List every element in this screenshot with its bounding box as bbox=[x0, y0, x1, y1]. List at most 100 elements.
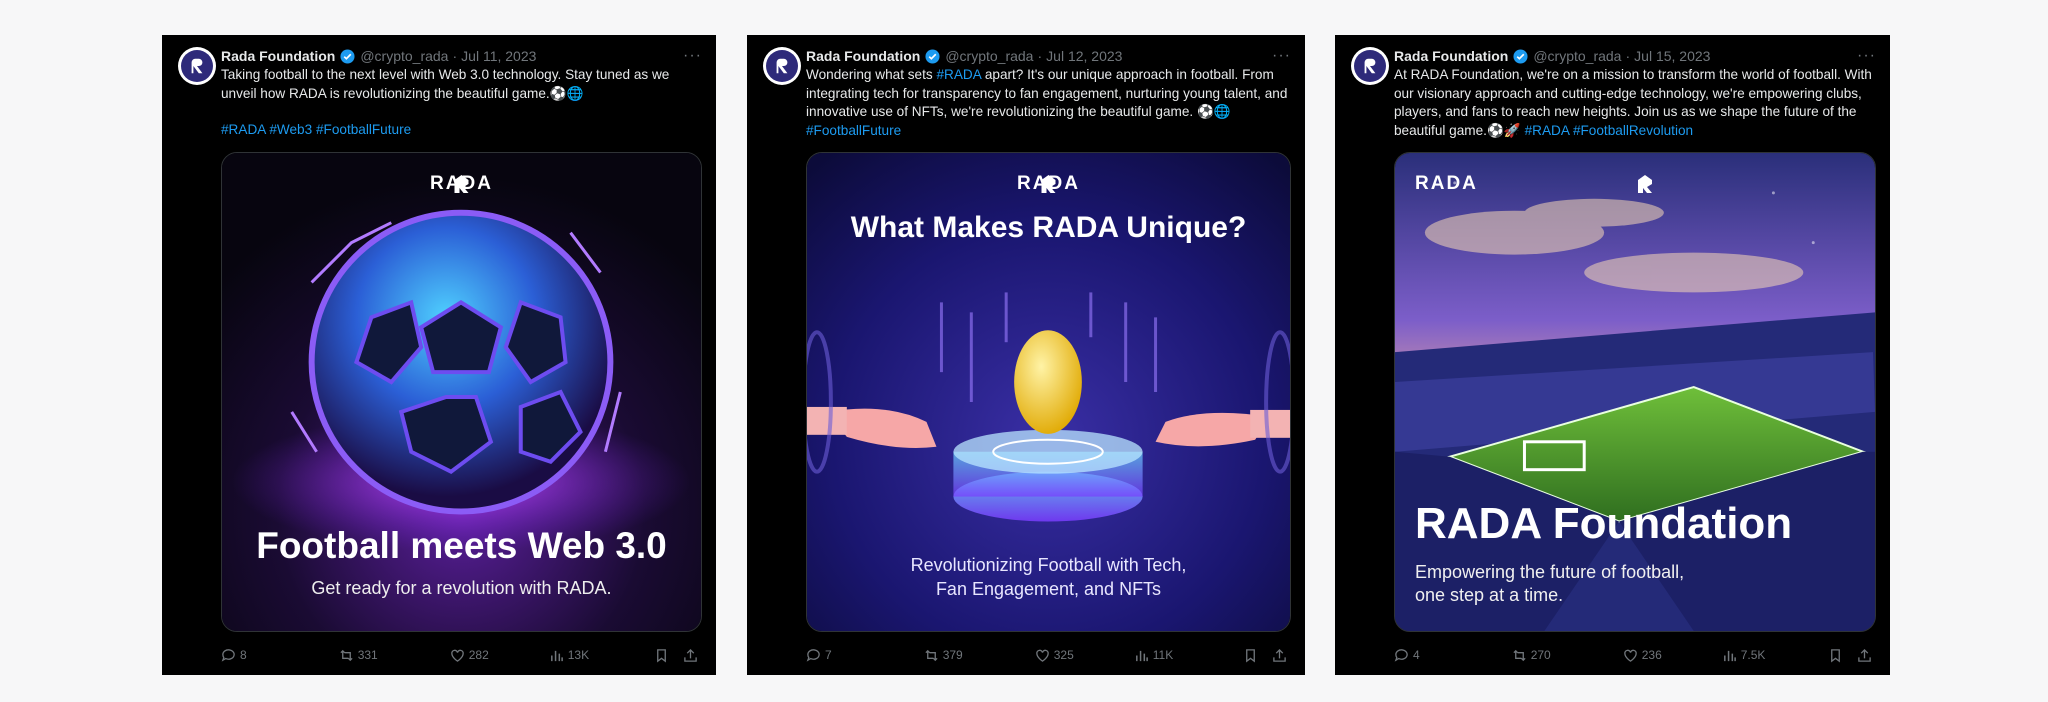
bookmark-button[interactable] bbox=[1243, 648, 1258, 663]
tweet-body: Taking football to the next level with W… bbox=[221, 67, 670, 101]
reply-button[interactable]: 4 bbox=[1394, 648, 1420, 663]
media-subline-line2: Fan Engagement, and NFTs bbox=[935, 579, 1162, 599]
avatar[interactable] bbox=[178, 47, 216, 85]
rada-logo-icon bbox=[776, 58, 788, 74]
view-count: 11K bbox=[1152, 648, 1174, 662]
bookmark-icon bbox=[657, 648, 666, 662]
more-options-icon[interactable]: ··· bbox=[683, 47, 702, 65]
tweet-actions: 4 270 236 7.5K bbox=[1394, 646, 1872, 664]
tweet-media-image[interactable]: RADA Football meets Web 3.0 Get ready fo… bbox=[221, 152, 702, 632]
like-count: 282 bbox=[468, 648, 489, 662]
repost-button[interactable]: 379 bbox=[924, 648, 963, 663]
rada-logo: RADA bbox=[222, 173, 701, 195]
rada-logo: RADA bbox=[1415, 173, 1875, 195]
view-count: 7.5K bbox=[1740, 648, 1766, 662]
share-icon bbox=[1858, 648, 1871, 662]
media-headline: Football meets Web 3.0 bbox=[256, 525, 667, 566]
repost-count: 379 bbox=[942, 648, 963, 662]
media-subline-line1: Empowering the future of football, bbox=[1415, 562, 1685, 582]
views-button[interactable]: 13K bbox=[549, 648, 589, 663]
more-options-icon[interactable]: ··· bbox=[1272, 47, 1291, 65]
rada-logo-icon bbox=[454, 175, 469, 193]
like-button[interactable]: 325 bbox=[1035, 648, 1074, 663]
separator: · bbox=[1037, 48, 1043, 64]
reply-count: 7 bbox=[825, 648, 832, 662]
views-button[interactable]: 11K bbox=[1134, 648, 1173, 663]
author-handle[interactable]: @crypto_rada bbox=[360, 48, 448, 64]
author-name[interactable]: Rada Foundation bbox=[1394, 48, 1508, 64]
media-subline-line2: one step at a time. bbox=[1415, 585, 1564, 605]
more-options-icon[interactable]: ··· bbox=[1857, 47, 1876, 65]
tweet-media-image[interactable]: RADA What Makes RADA Unique? Revolutioni… bbox=[806, 152, 1291, 632]
author-handle[interactable]: @crypto_rada bbox=[945, 48, 1033, 64]
repost-count: 331 bbox=[357, 648, 378, 662]
share-button[interactable] bbox=[683, 648, 698, 663]
post-date[interactable]: Jul 12, 2023 bbox=[1046, 48, 1122, 64]
repost-icon bbox=[1513, 649, 1526, 661]
rada-logo: RADA bbox=[807, 173, 1290, 195]
rada-logo-icon bbox=[1638, 175, 1652, 193]
reply-icon bbox=[221, 648, 235, 662]
reply-icon bbox=[806, 648, 820, 662]
tweet-card[interactable]: Rada Foundation @crypto_rada · Jul 15, 2… bbox=[1335, 35, 1890, 675]
rada-logo-icon bbox=[1364, 58, 1376, 74]
avatar[interactable] bbox=[763, 47, 801, 85]
post-date[interactable]: Jul 15, 2023 bbox=[1634, 48, 1710, 64]
share-button[interactable] bbox=[1272, 648, 1287, 663]
hashtags[interactable]: #RADA #Web3 #FootballFuture bbox=[221, 121, 702, 140]
verified-badge-icon bbox=[1513, 48, 1528, 64]
tweet-media-image[interactable]: RADA RADA Foundation Empowering the futu… bbox=[1394, 152, 1876, 632]
hashtag-link[interactable]: #FootballFuture bbox=[806, 123, 901, 138]
hashtag-link[interactable]: #RADA bbox=[936, 67, 981, 82]
author-handle[interactable]: @crypto_rada bbox=[1533, 48, 1621, 64]
verified-badge-icon bbox=[925, 48, 940, 64]
stadium-illustration bbox=[1395, 153, 1875, 631]
views-button[interactable]: 7.5K bbox=[1722, 648, 1766, 663]
views-icon bbox=[1135, 650, 1148, 661]
author-name[interactable]: Rada Foundation bbox=[221, 48, 335, 64]
reply-button[interactable]: 8 bbox=[221, 648, 247, 663]
tweet-text: Taking football to the next level with W… bbox=[221, 66, 702, 140]
repost-icon bbox=[925, 649, 938, 661]
media-subline: Get ready for a revolution with RADA. bbox=[311, 578, 612, 598]
media-subline: Empowering the future of football, one s… bbox=[1415, 561, 1755, 607]
share-icon bbox=[684, 648, 697, 662]
tweet-actions: 8 331 282 13K bbox=[221, 646, 698, 664]
repost-icon bbox=[340, 649, 353, 661]
bookmark-icon bbox=[1246, 648, 1255, 662]
like-button[interactable]: 236 bbox=[1623, 648, 1662, 663]
tweet-card[interactable]: Rada Foundation @crypto_rada · Jul 11, 2… bbox=[162, 35, 716, 675]
views-icon bbox=[550, 650, 563, 661]
repost-button[interactable]: 270 bbox=[1512, 648, 1551, 663]
share-button[interactable] bbox=[1857, 648, 1872, 663]
views-icon bbox=[1723, 650, 1736, 661]
reply-button[interactable]: 7 bbox=[806, 648, 832, 663]
heart-icon bbox=[450, 649, 464, 662]
reply-icon bbox=[1394, 648, 1408, 662]
bookmark-icon bbox=[1831, 648, 1840, 662]
repost-button[interactable]: 331 bbox=[339, 648, 378, 663]
tweet-actions: 7 379 325 11K bbox=[806, 646, 1287, 664]
author-name[interactable]: Rada Foundation bbox=[806, 48, 920, 64]
post-date[interactable]: Jul 11, 2023 bbox=[461, 48, 536, 64]
tweet-card[interactable]: Rada Foundation @crypto_rada · Jul 12, 2… bbox=[747, 35, 1305, 675]
tweet-body-part1: Wondering what sets bbox=[806, 67, 937, 82]
avatar[interactable] bbox=[1351, 47, 1389, 85]
media-subline-line1: Revolutionizing Football with Tech, bbox=[910, 555, 1187, 575]
heart-icon bbox=[1035, 649, 1049, 662]
heart-icon bbox=[1623, 649, 1637, 662]
separator: · bbox=[452, 48, 458, 64]
bookmark-button[interactable] bbox=[1828, 648, 1843, 663]
bookmark-button[interactable] bbox=[654, 648, 669, 663]
like-count: 236 bbox=[1641, 648, 1662, 662]
reply-count: 4 bbox=[1413, 648, 1420, 662]
like-count: 325 bbox=[1053, 648, 1074, 662]
like-button[interactable]: 282 bbox=[450, 648, 489, 663]
media-headline: RADA Foundation bbox=[1415, 499, 1793, 548]
hashtag-link[interactable]: #RADA #FootballRevolution bbox=[1525, 123, 1694, 138]
separator: · bbox=[1625, 48, 1631, 64]
reply-count: 8 bbox=[240, 648, 247, 662]
media-headline: What Makes RADA Unique? bbox=[850, 211, 1247, 244]
rada-logo-icon bbox=[1041, 175, 1056, 193]
verified-badge-icon bbox=[340, 48, 355, 64]
